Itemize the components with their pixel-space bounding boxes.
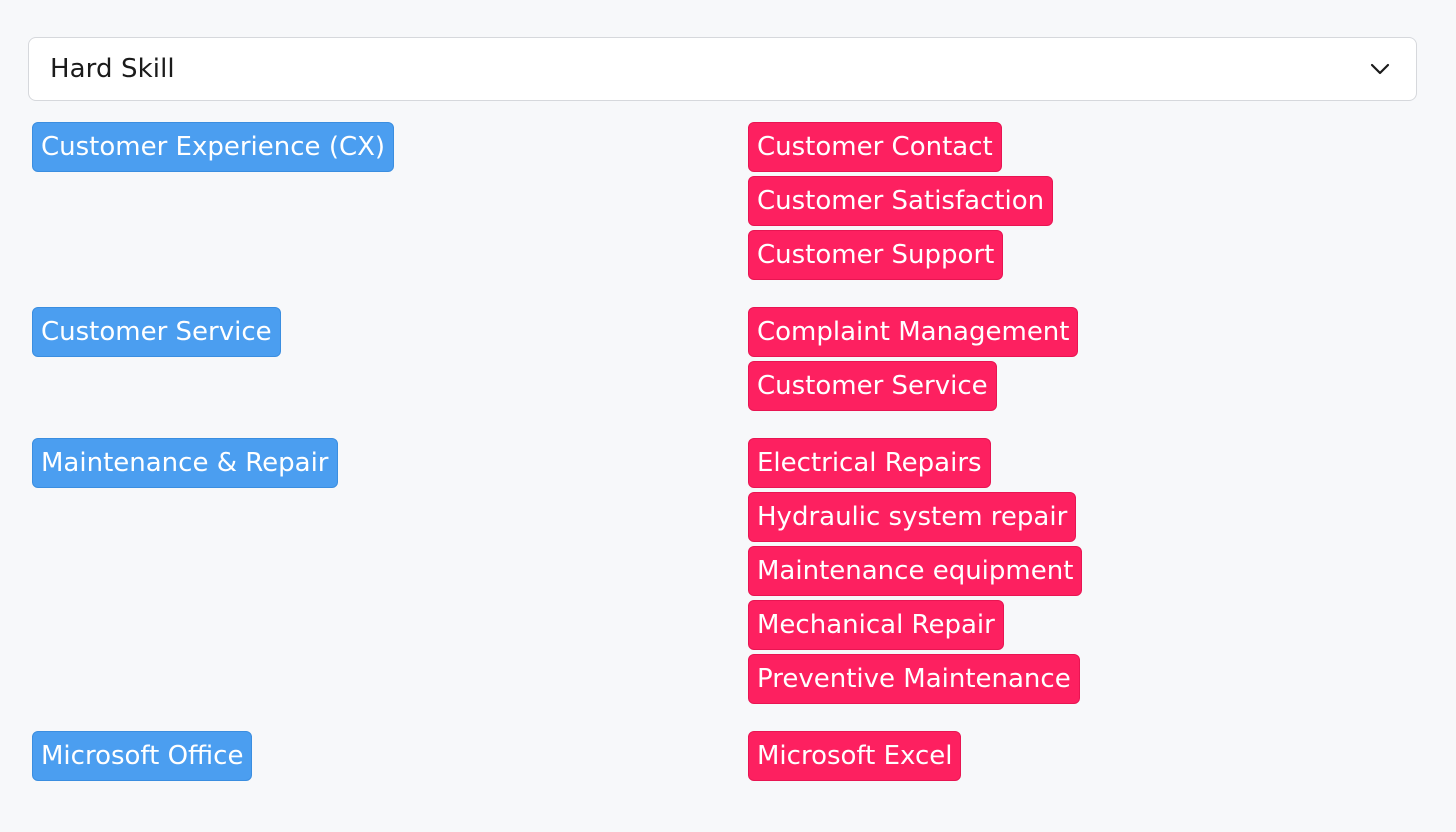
skill-tag[interactable]: Maintenance equipment bbox=[748, 546, 1083, 596]
skill-tag[interactable]: Customer Support bbox=[748, 230, 1004, 280]
skill-tag[interactable]: Preventive Maintenance bbox=[748, 654, 1080, 704]
category-column: Microsoft Office bbox=[32, 731, 748, 781]
skill-type-value: Hard Skill bbox=[50, 54, 175, 84]
skill-tag[interactable]: Customer Satisfaction bbox=[748, 176, 1054, 226]
category-column: Customer Service bbox=[32, 307, 748, 411]
chevron-down-icon bbox=[1368, 57, 1392, 81]
skill-tag[interactable]: Electrical Repairs bbox=[748, 438, 991, 488]
skill-type-select[interactable]: Hard Skill bbox=[28, 37, 1417, 101]
category-tag[interactable]: Customer Experience (CX) bbox=[32, 122, 395, 172]
skill-group: Customer Experience (CX) Customer Contac… bbox=[32, 122, 1422, 280]
skill-tag[interactable]: Microsoft Excel bbox=[748, 731, 962, 781]
skill-page: Hard Skill Customer Experience (CX) Cust… bbox=[0, 0, 1456, 832]
skill-tag[interactable]: Complaint Management bbox=[748, 307, 1079, 357]
category-tag[interactable]: Customer Service bbox=[32, 307, 281, 357]
skill-groups: Customer Experience (CX) Customer Contac… bbox=[32, 122, 1422, 781]
category-tag[interactable]: Microsoft Office bbox=[32, 731, 253, 781]
category-tag[interactable]: Maintenance & Repair bbox=[32, 438, 338, 488]
skill-tag[interactable]: Customer Contact bbox=[748, 122, 1002, 172]
skill-tag[interactable]: Hydraulic system repair bbox=[748, 492, 1077, 542]
skill-tag[interactable]: Customer Service bbox=[748, 361, 997, 411]
skill-group: Microsoft Office Microsoft Excel bbox=[32, 731, 1422, 781]
skills-column: Electrical Repairs Hydraulic system repa… bbox=[748, 438, 1083, 704]
skill-group: Customer Service Complaint Management Cu… bbox=[32, 307, 1422, 411]
skills-column: Customer Contact Customer Satisfaction C… bbox=[748, 122, 1054, 280]
category-column: Customer Experience (CX) bbox=[32, 122, 748, 280]
skills-column: Complaint Management Customer Service bbox=[748, 307, 1079, 411]
skill-group: Maintenance & Repair Electrical Repairs … bbox=[32, 438, 1422, 704]
skills-column: Microsoft Excel bbox=[748, 731, 962, 781]
skill-tag[interactable]: Mechanical Repair bbox=[748, 600, 1004, 650]
category-column: Maintenance & Repair bbox=[32, 438, 748, 704]
